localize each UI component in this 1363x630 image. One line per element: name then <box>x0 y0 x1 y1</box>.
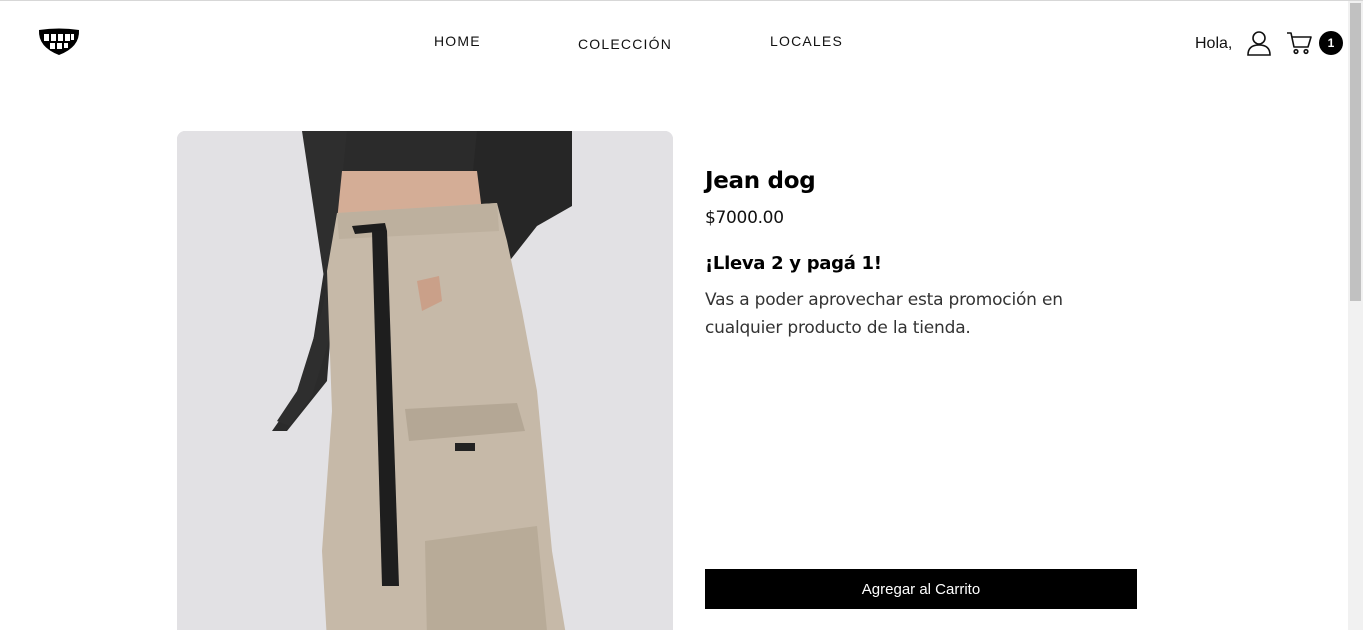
user-icon[interactable] <box>1246 30 1272 56</box>
smile-teeth-logo-icon[interactable] <box>37 25 81 59</box>
cart-count-badge[interactable]: 1 <box>1319 31 1343 55</box>
greeting-text: Hola, <box>1195 35 1233 52</box>
promo-description: Vas a poder aprovechar esta promoción en… <box>705 290 1063 338</box>
nav-coleccion[interactable]: COLECCIÓN <box>578 36 672 52</box>
cart-icon[interactable] <box>1286 31 1313 55</box>
product-title: Jean dog <box>705 168 816 194</box>
scrollbar[interactable] <box>1348 1 1363 630</box>
add-to-cart-button[interactable]: Agregar al Carrito <box>705 569 1137 609</box>
product-price: $7000.00 <box>705 208 784 228</box>
promo-title: ¡Lleva 2 y pagá 1! <box>705 253 882 274</box>
page: HOME COLECCIÓN LOCALES Hola, 1 Jean dog … <box>0 0 1363 630</box>
scrollbar-thumb[interactable] <box>1350 3 1361 301</box>
nav-locales[interactable]: LOCALES <box>770 33 843 49</box>
nav-home[interactable]: HOME <box>434 33 481 49</box>
product-image <box>177 131 673 630</box>
